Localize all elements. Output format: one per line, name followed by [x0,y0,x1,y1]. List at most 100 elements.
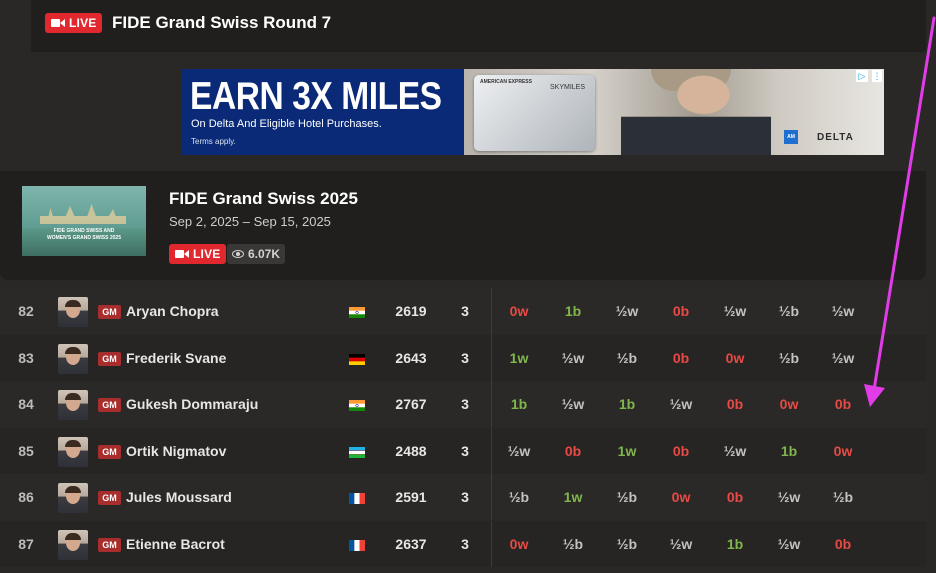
standings-row[interactable]: 85 GM Ortik Nigmatov 2488 3 ½w 0b 1w 0b ½w 1b 0w [0,427,926,474]
card-program: SKYMILES [550,84,586,91]
player-avatar[interactable] [58,297,88,327]
round-title[interactable]: FIDE Grand Swiss Round 7 [112,13,331,33]
round-6-result[interactable]: 1b [762,428,816,474]
player-name[interactable]: Gukesh Dommaraju [126,381,258,427]
viewer-count-badge: 6.07K [227,244,286,264]
player-score: 3 [461,442,469,459]
round-5-result[interactable]: ½w [708,288,762,334]
round-7-result[interactable]: ½w [816,288,870,334]
player-avatar[interactable] [58,390,88,420]
player-avatar[interactable] [58,529,88,560]
title-badge: GM [98,305,121,319]
player-avatar[interactable] [58,343,88,374]
round-7-result[interactable]: 0w [816,428,870,474]
round-2-result[interactable]: ½w [546,381,600,427]
player-name[interactable]: Aryan Chopra [126,288,219,334]
ad-person [621,69,771,155]
round-5-result[interactable]: 0b [708,474,762,520]
ad-menu-icon[interactable]: ⋮ [872,70,882,82]
viewer-count: 6.07K [248,247,281,261]
player-name[interactable]: Frederik Svane [126,335,226,381]
round-6-result[interactable]: 0w [762,381,816,427]
round-4-result[interactable]: 0b [654,335,708,381]
round-6-result[interactable]: ½b [762,335,816,381]
standings-row[interactable]: 86 GM Jules Moussard 2591 3 ½b 1w ½b 0w 0b ½w ½b [0,474,926,521]
event-card[interactable]: FIDE GRAND SWISS AND WOMEN'S GRAND SWISS… [0,171,926,280]
round-5-result[interactable]: 1b [708,521,762,567]
standings-row[interactable]: 84 GM Gukesh Dommaraju 2767 3 1b ½w 1b ½w 0b 0w 0b [0,381,926,428]
player-name[interactable]: Etienne Bacrot [126,521,225,567]
round-3-result[interactable]: ½w [600,288,654,334]
round-6-result[interactable]: ½b [762,288,816,334]
round-1-result[interactable]: 0w [492,288,546,334]
player-score: 3 [461,535,469,552]
title-badge: GM [98,491,121,505]
player-score: 3 [461,303,469,319]
player-name[interactable]: Jules Moussard [126,474,232,520]
round-1-result[interactable]: 1b [492,381,546,427]
player-avatar[interactable] [58,436,88,467]
ad-terms: Terms apply. [191,137,236,146]
video-camera-icon [51,18,65,28]
round-5-result[interactable]: ½w [708,428,762,474]
round-3-result[interactable]: 1w [600,428,654,474]
round-3-result[interactable]: ½b [600,335,654,381]
event-name[interactable]: FIDE Grand Swiss 2025 [169,189,358,209]
round-7-result[interactable]: ½w [816,335,870,381]
player-score: 3 [461,396,469,412]
live-label: LIVE [193,247,221,261]
standings-row[interactable]: 82 GM Aryan Chopra 2619 3 0w 1b ½w 0b ½w ½b ½w [0,288,926,335]
round-3-result[interactable]: 1b [600,381,654,427]
amex-logo-icon: AM [784,130,798,144]
round-2-result[interactable]: 1w [546,474,600,520]
india-flag-icon [349,400,365,411]
advertisement-banner[interactable]: AMERICAN EXPRESS SKYMILES EARN 3X MILES … [181,69,884,155]
round-1-result[interactable]: 0w [492,521,546,567]
round-4-result[interactable]: ½w [654,521,708,567]
round-4-result[interactable]: 0b [654,428,708,474]
germany-flag-icon [349,353,365,365]
round-5-result[interactable]: 0w [708,335,762,381]
round-7-result[interactable]: ½b [816,474,870,520]
round-2-result[interactable]: 0b [546,428,600,474]
france-flag-icon [349,539,365,551]
round-5-result[interactable]: 0b [708,381,762,427]
standings-row[interactable]: 87 GM Etienne Bacrot 2637 3 0w ½b ½b ½w 1b ½w 0b [0,520,926,567]
round-1-result[interactable]: ½w [492,428,546,474]
round-4-result[interactable]: 0w [654,474,708,520]
round-6-result[interactable]: ½w [762,474,816,520]
player-rank: 82 [18,303,34,319]
round-2-result[interactable]: ½b [546,521,600,567]
round-4-result[interactable]: ½w [654,381,708,427]
round-2-result[interactable]: 1b [546,288,600,334]
thumbnail-line-1: FIDE GRAND SWISS AND [53,228,115,234]
player-rating: 2637 [395,535,427,552]
round-7-result[interactable]: 0b [816,521,870,567]
delta-logo: DELTA [817,132,854,143]
video-camera-icon [175,249,189,259]
round-1-result[interactable]: ½b [492,474,546,520]
credit-card-image: AMERICAN EXPRESS SKYMILES [474,75,595,151]
player-rating: 2619 [395,303,427,319]
round-7-result[interactable]: 0b [816,381,870,427]
round-6-result[interactable]: ½w [762,521,816,567]
standings-row[interactable]: 83 GM Frederik Svane 2643 3 1w ½w ½b 0b 0w ½b ½w [0,334,926,381]
adchoices-icon[interactable]: ▷ [856,70,868,82]
player-rating: 2643 [395,349,427,366]
title-badge: GM [98,351,121,366]
broadcast-header[interactable]: LIVE FIDE Grand Swiss Round 7 [31,0,926,52]
round-1-result[interactable]: 1w [492,335,546,381]
player-avatar[interactable] [58,483,88,513]
round-3-result[interactable]: ½b [600,474,654,520]
ad-subline: On Delta And Eligible Hotel Purchases. [191,118,382,130]
title-badge: GM [98,444,121,459]
round-2-result[interactable]: ½w [546,335,600,381]
event-live-badge: LIVE [169,244,227,264]
round-4-result[interactable]: 0b [654,288,708,334]
player-name[interactable]: Ortik Nigmatov [126,428,226,474]
player-rank: 83 [18,349,34,366]
card-issuer: AMERICAN EXPRESS [480,79,532,85]
eye-icon [232,250,244,258]
round-3-result[interactable]: ½b [600,521,654,567]
event-thumbnail[interactable]: FIDE GRAND SWISS AND WOMEN'S GRAND SWISS… [22,186,146,256]
